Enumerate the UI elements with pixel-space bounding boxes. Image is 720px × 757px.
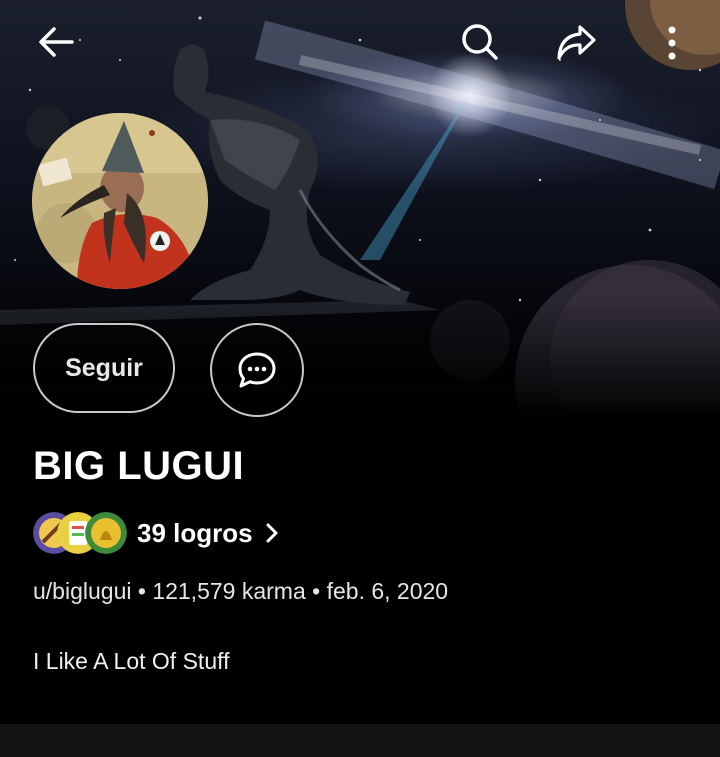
more-options-button[interactable] xyxy=(648,18,696,66)
karma-count: 121,579 karma xyxy=(152,578,306,604)
back-button[interactable] xyxy=(32,18,80,66)
search-button[interactable] xyxy=(456,18,504,66)
user-handle: u/biglugui xyxy=(33,578,132,604)
content-divider xyxy=(0,724,720,757)
achievements-count: 39 logros xyxy=(137,517,253,548)
meta-separator: • xyxy=(312,578,321,604)
arrow-left-icon xyxy=(39,27,74,57)
more-vertical-icon xyxy=(668,26,676,60)
chat-bubble-icon xyxy=(238,352,276,388)
achievement-badges xyxy=(33,510,129,556)
share-button[interactable] xyxy=(552,18,600,66)
profile-bio: I Like A Lot Of Stuff xyxy=(33,648,230,674)
join-date: feb. 6, 2020 xyxy=(326,578,449,604)
achievements-link[interactable]: 39 logros xyxy=(33,510,279,556)
profile-meta: u/biglugui • 121,579 karma • feb. 6, 202… xyxy=(33,578,448,605)
achievement-badge-icon xyxy=(85,512,127,554)
display-name: BIG LUGUI xyxy=(33,444,245,488)
share-icon xyxy=(557,25,596,60)
meta-separator: • xyxy=(137,578,146,604)
top-bar xyxy=(0,0,720,84)
search-icon xyxy=(462,24,498,60)
chat-button[interactable] xyxy=(210,323,304,417)
avatar-image xyxy=(32,113,208,289)
follow-button[interactable]: Seguir xyxy=(33,323,175,413)
chevron-right-icon xyxy=(265,522,279,544)
avatar[interactable] xyxy=(32,113,208,289)
